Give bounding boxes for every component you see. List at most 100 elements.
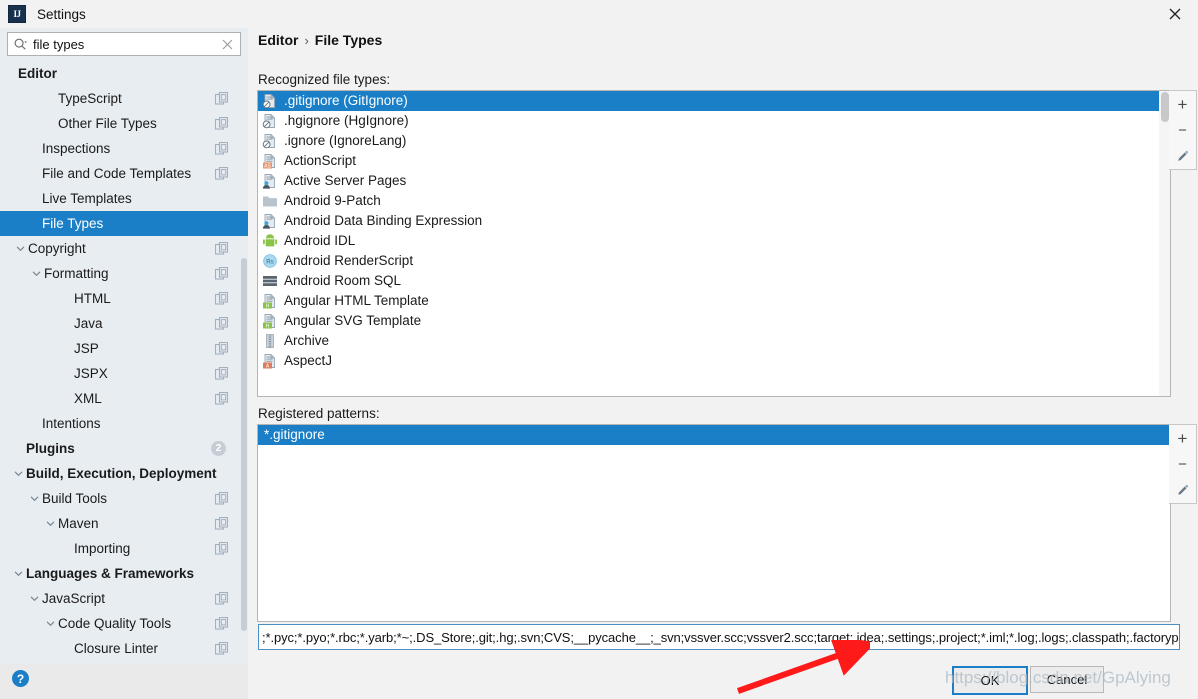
copy-settings-icon[interactable] xyxy=(215,392,228,405)
sidebar-item-label: Code Quality Tools xyxy=(58,616,172,631)
breadcrumb-parent[interactable]: Editor xyxy=(258,32,298,48)
tree-expander[interactable] xyxy=(29,586,40,611)
sidebar-item-build-tools[interactable]: Build Tools xyxy=(0,486,248,511)
search-input[interactable] xyxy=(33,35,218,53)
copy-settings-icon[interactable] xyxy=(215,267,228,280)
sidebar-item-inspections[interactable]: Inspections xyxy=(0,136,248,161)
gitignore-file-icon xyxy=(262,94,275,109)
file-type-row[interactable]: A AspectJ xyxy=(258,351,1159,371)
sidebar-item-javascript[interactable]: JavaScript xyxy=(0,586,248,611)
sidebar-item-file-and-code-templates[interactable]: File and Code Templates xyxy=(0,161,248,186)
sidebar-item-other-file-types[interactable]: Other File Types xyxy=(0,111,248,136)
sidebar-scrollbar-thumb[interactable] xyxy=(241,258,247,631)
sidebar-item-editor[interactable]: Editor xyxy=(0,61,248,86)
sidebar-item-jsp[interactable]: JSP xyxy=(0,336,248,361)
file-type-row[interactable]: AS ActionScript xyxy=(258,151,1159,171)
sidebar-scrollbar[interactable] xyxy=(239,258,248,631)
help-button[interactable]: ? xyxy=(12,670,29,687)
file-type-row[interactable]: Archive xyxy=(258,331,1159,351)
copy-settings-icon[interactable] xyxy=(215,592,228,605)
copy-settings-icon[interactable] xyxy=(215,167,228,180)
settings-tree[interactable]: Editor TypeScript Other File Types Inspecti… xyxy=(0,61,248,664)
sidebar-item-live-templates[interactable]: Live Templates xyxy=(0,186,248,211)
recognized-file-types-label: Recognized file types: xyxy=(258,72,391,87)
clear-search-button[interactable] xyxy=(218,35,236,53)
edit-file-type-button[interactable] xyxy=(1169,143,1196,169)
actionscript-icon: AS xyxy=(263,154,275,169)
sidebar-item-typescript[interactable]: TypeScript xyxy=(0,86,248,111)
tree-expander[interactable] xyxy=(15,236,26,261)
sidebar-item-html[interactable]: HTML xyxy=(0,286,248,311)
file-type-row[interactable]: Android Room SQL xyxy=(258,271,1159,291)
sidebar-item-copyright[interactable]: Copyright xyxy=(0,236,248,261)
sidebar-item-closure-linter[interactable]: Closure Linter xyxy=(0,636,248,661)
file-type-row[interactable]: .hgignore (HgIgnore) xyxy=(258,111,1159,131)
sidebar-item-badge: 2 xyxy=(211,441,226,456)
add-file-type-button[interactable]: + xyxy=(1169,91,1196,117)
copy-settings-icon[interactable] xyxy=(215,342,228,355)
sidebar-item-java[interactable]: Java xyxy=(0,311,248,336)
copy-settings-icon[interactable] xyxy=(215,317,228,330)
sidebar-item-xml[interactable]: XML xyxy=(0,386,248,411)
sidebar-item-file-types[interactable]: File Types xyxy=(0,211,248,236)
sidebar-item-plugins[interactable]: Plugins 2 xyxy=(0,436,248,461)
copy-settings-icon[interactable] xyxy=(215,542,228,555)
file-type-row[interactable]: H Angular HTML Template xyxy=(258,291,1159,311)
sidebar-item-label: TypeScript xyxy=(58,91,122,106)
folder-icon xyxy=(263,196,277,207)
sidebar-item-build-execution-deployment[interactable]: Build, Execution, Deployment xyxy=(0,461,248,486)
copy-settings-icon[interactable] xyxy=(215,367,228,380)
tree-expander[interactable] xyxy=(13,461,24,486)
file-type-row[interactable]: H Angular SVG Template xyxy=(258,311,1159,331)
databinding-icon xyxy=(262,214,275,229)
copy-settings-icon[interactable] xyxy=(215,242,228,255)
ok-button[interactable]: OK xyxy=(952,666,1028,695)
tree-expander[interactable] xyxy=(31,261,42,286)
add-pattern-button[interactable]: + xyxy=(1169,425,1196,451)
copy-settings-icon[interactable] xyxy=(215,642,228,655)
copy-settings-icon[interactable] xyxy=(215,117,228,130)
cancel-button[interactable]: Cancel xyxy=(1030,666,1104,693)
sidebar-item-intentions[interactable]: Intentions xyxy=(0,411,248,436)
search-box[interactable] xyxy=(7,32,241,56)
plus-icon: + xyxy=(1177,94,1188,114)
copy-settings-icon[interactable] xyxy=(215,292,228,305)
sidebar-item-code-quality-tools[interactable]: Code Quality Tools xyxy=(0,611,248,636)
edit-pattern-button[interactable] xyxy=(1169,477,1196,503)
sidebar-item-label: Closure Linter xyxy=(74,641,159,656)
sidebar-item-formatting[interactable]: Formatting xyxy=(0,261,248,286)
sidebar-item-jspx[interactable]: JSPX xyxy=(0,361,248,386)
file-type-row[interactable]: Rs Android RenderScript xyxy=(258,251,1159,271)
tree-expander[interactable] xyxy=(13,561,24,586)
file-type-row[interactable]: .ignore (IgnoreLang) xyxy=(258,131,1159,151)
tree-expander[interactable] xyxy=(45,611,56,636)
sidebar-item-label: Formatting xyxy=(44,266,109,281)
ignore-files-input[interactable]: ;*.pyc;*.pyo;*.rbc;*.yarb;*~;.DS_Store;.… xyxy=(258,624,1180,650)
close-window-button[interactable] xyxy=(1152,0,1198,28)
sidebar-item-importing[interactable]: Importing xyxy=(0,536,248,561)
file-type-row[interactable]: .gitignore (GitIgnore) xyxy=(258,91,1159,111)
file-type-row[interactable]: Android IDL xyxy=(258,231,1159,251)
ignore-file-icon xyxy=(262,134,275,149)
copy-settings-icon[interactable] xyxy=(215,142,228,155)
remove-file-type-button[interactable]: − xyxy=(1169,117,1196,143)
minus-icon: − xyxy=(1178,455,1187,473)
tree-expander[interactable] xyxy=(45,511,56,536)
file-type-row[interactable]: Android 9-Patch xyxy=(258,191,1159,211)
copy-settings-icon[interactable] xyxy=(215,517,228,530)
file-types-scrollbar-thumb[interactable] xyxy=(1161,92,1169,122)
recognized-file-types-list[interactable]: .gitignore (GitIgnore) .hgignore (HgIgnor… xyxy=(257,90,1171,397)
remove-pattern-button[interactable]: − xyxy=(1169,451,1196,477)
pencil-icon xyxy=(1177,484,1188,495)
file-type-row[interactable]: Android Data Binding Expression xyxy=(258,211,1159,231)
file-type-row[interactable]: Active Server Pages xyxy=(258,171,1159,191)
copy-settings-icon[interactable] xyxy=(215,492,228,505)
copy-settings-icon[interactable] xyxy=(215,617,228,630)
registered-pattern-row[interactable]: *.gitignore xyxy=(258,425,1170,445)
registered-patterns-list[interactable]: *.gitignore xyxy=(257,424,1171,622)
sidebar-item-maven[interactable]: Maven xyxy=(0,511,248,536)
sidebar-item-languages-frameworks[interactable]: Languages & Frameworks xyxy=(0,561,248,586)
copy-settings-icon[interactable] xyxy=(215,92,228,105)
tree-expander[interactable] xyxy=(29,486,40,511)
sidebar-item-label: Intentions xyxy=(42,416,101,431)
